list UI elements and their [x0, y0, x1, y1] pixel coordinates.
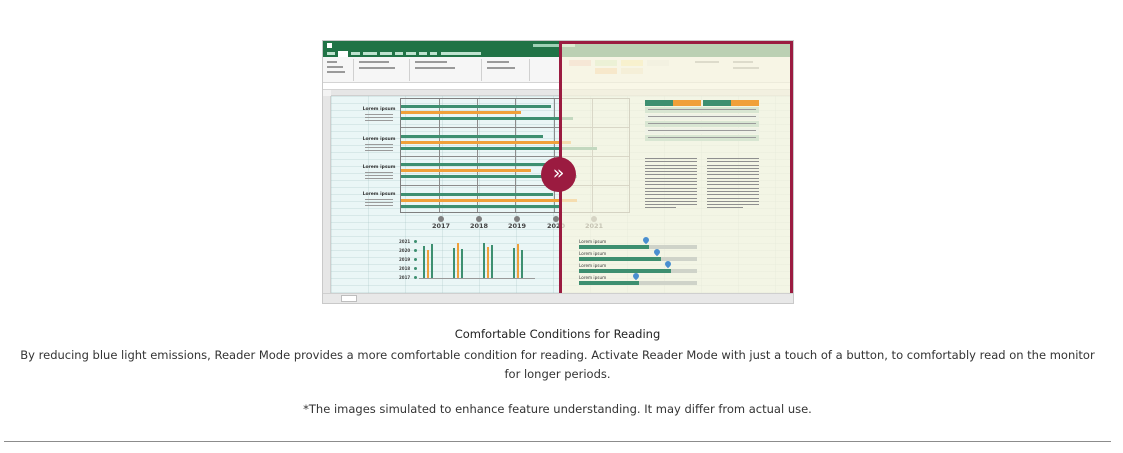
double-chevron-right-icon[interactable]: »: [541, 157, 576, 192]
table-row: [645, 121, 759, 127]
progress-label: Lorem ipsum: [579, 251, 607, 256]
chart-bar: [401, 135, 543, 138]
reader-mode-screenshot: Lorem ipsum Lorem ipsum Lorem ipsum Lore…: [322, 40, 794, 304]
progress-bar: [579, 257, 697, 261]
label-block: Lorem ipsum: [361, 137, 397, 151]
mini-year-label: 2021: [399, 239, 411, 244]
table-row: [645, 135, 759, 141]
divider: [4, 441, 1111, 442]
text-column: [645, 158, 697, 211]
progress-label: Lorem ipsum: [579, 263, 607, 268]
caption-description: By reducing blue light emissions, Reader…: [20, 348, 1095, 381]
mini-year-label: 2019: [399, 257, 411, 262]
progress-bar: [579, 281, 697, 285]
mini-year-label: 2017: [399, 275, 411, 280]
table-row: [645, 128, 759, 134]
chart-bar: [401, 105, 551, 108]
caption-title: Comfortable Conditions for Reading: [454, 327, 661, 341]
mini-year-label: 2018: [399, 266, 411, 271]
table-header: [673, 100, 701, 106]
sheet-tab: [341, 295, 357, 302]
year-label: 2019: [507, 222, 527, 230]
chart-bar: [401, 205, 561, 208]
table-row: [645, 107, 759, 113]
row-headers: [323, 96, 331, 293]
progress-label: Lorem ipsum: [579, 239, 607, 244]
label-block: Lorem ipsum: [361, 107, 397, 121]
disclaimer-text: *The images simulated to enhance feature…: [303, 402, 812, 416]
progress-bar: [579, 269, 697, 273]
mini-bar-chart: [419, 241, 535, 278]
label-block: Lorem ipsum: [361, 192, 397, 206]
progress-label: Lorem ipsum: [579, 275, 607, 280]
progress-bar: [579, 245, 697, 249]
text-column: [707, 158, 759, 211]
mini-year-label: 2020: [399, 248, 411, 253]
excel-icon: [327, 43, 332, 48]
chart-bar: [401, 117, 573, 120]
label-block: Lorem ipsum: [361, 165, 397, 179]
year-label: 2017: [431, 222, 451, 230]
table-header: [703, 100, 731, 106]
table-header: [645, 100, 673, 106]
chart-bar: [401, 199, 577, 202]
chart-bar: [401, 169, 531, 172]
chart-bar: [401, 141, 571, 144]
excel-status-bar: [323, 293, 793, 303]
table-row: [645, 114, 759, 120]
year-label: 2018: [469, 222, 489, 230]
chart-bar: [401, 193, 553, 196]
table-header: [731, 100, 759, 106]
chart-bar: [401, 111, 521, 114]
chart-bar: [401, 163, 561, 166]
